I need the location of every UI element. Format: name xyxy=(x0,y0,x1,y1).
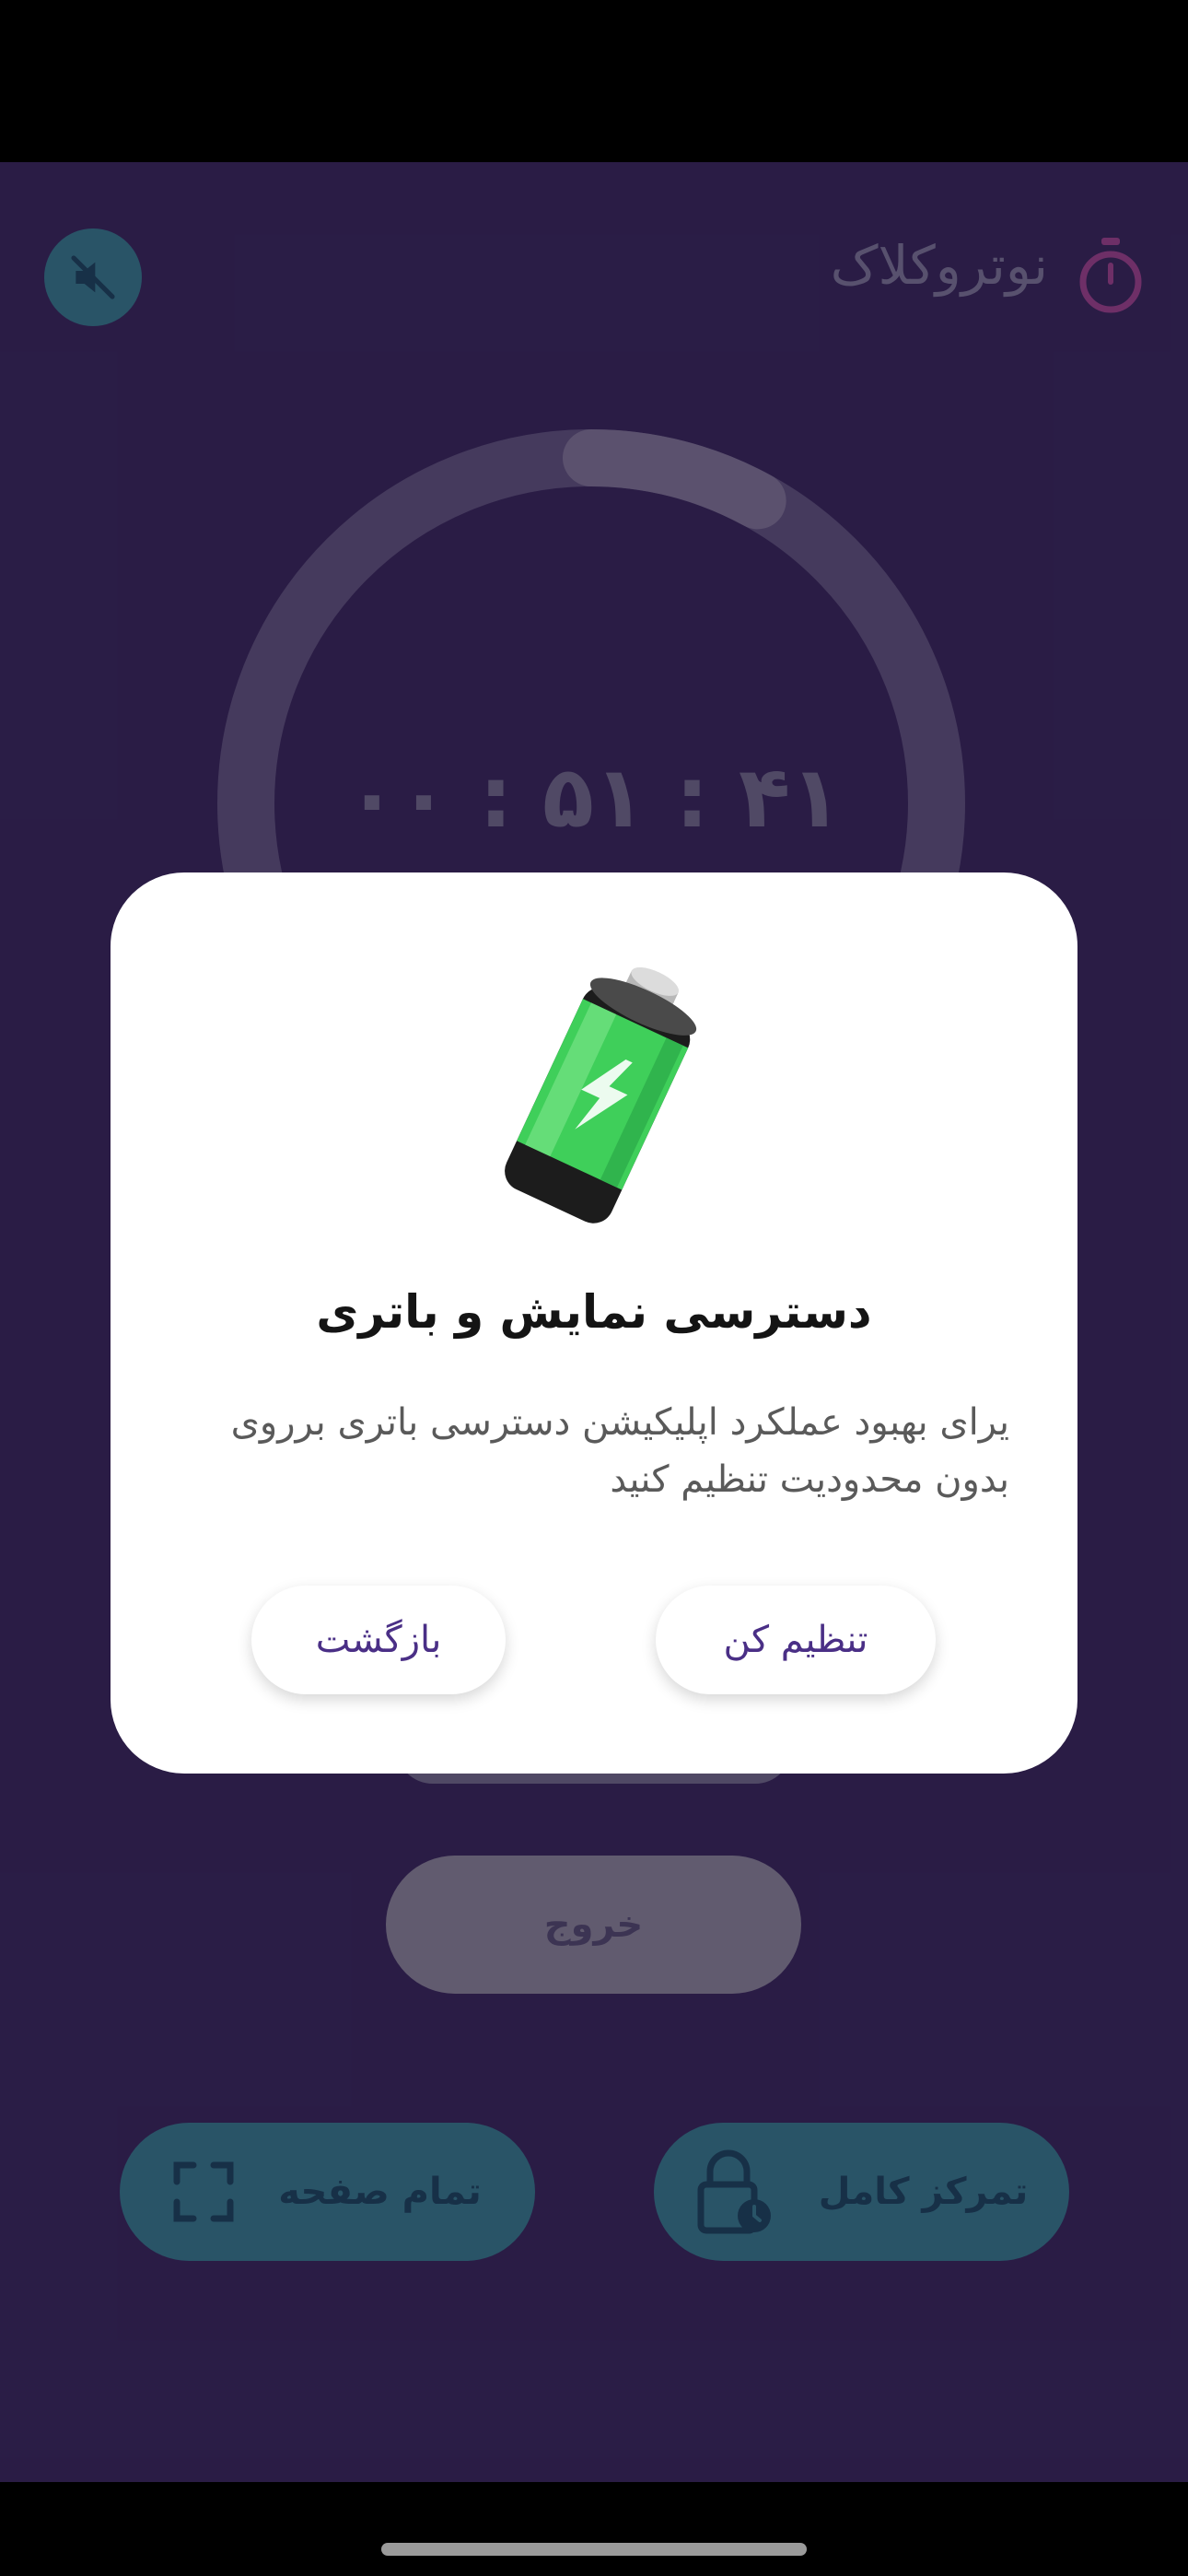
battery-charging-icon xyxy=(505,966,697,1224)
confirm-settings-button[interactable]: تنظیم کن xyxy=(656,1586,936,1694)
navigation-bar xyxy=(0,2482,1188,2576)
back-button[interactable]: بازگشت xyxy=(251,1586,506,1694)
status-bar xyxy=(0,0,1188,162)
confirm-label: تنظیم کن xyxy=(723,1619,868,1661)
dialog-title: دسترسی نمایش و باتری xyxy=(316,1285,872,1339)
home-indicator[interactable] xyxy=(381,2543,807,2556)
dialog-message: یرای بهبود عملکرد اپلیکیشن دسترسی باتری … xyxy=(230,1401,1009,1501)
back-label: بازگشت xyxy=(315,1619,442,1661)
battery-permission-dialog: دسترسی نمایش و باتری یرای بهبود عملکرد ا… xyxy=(111,872,1077,1774)
